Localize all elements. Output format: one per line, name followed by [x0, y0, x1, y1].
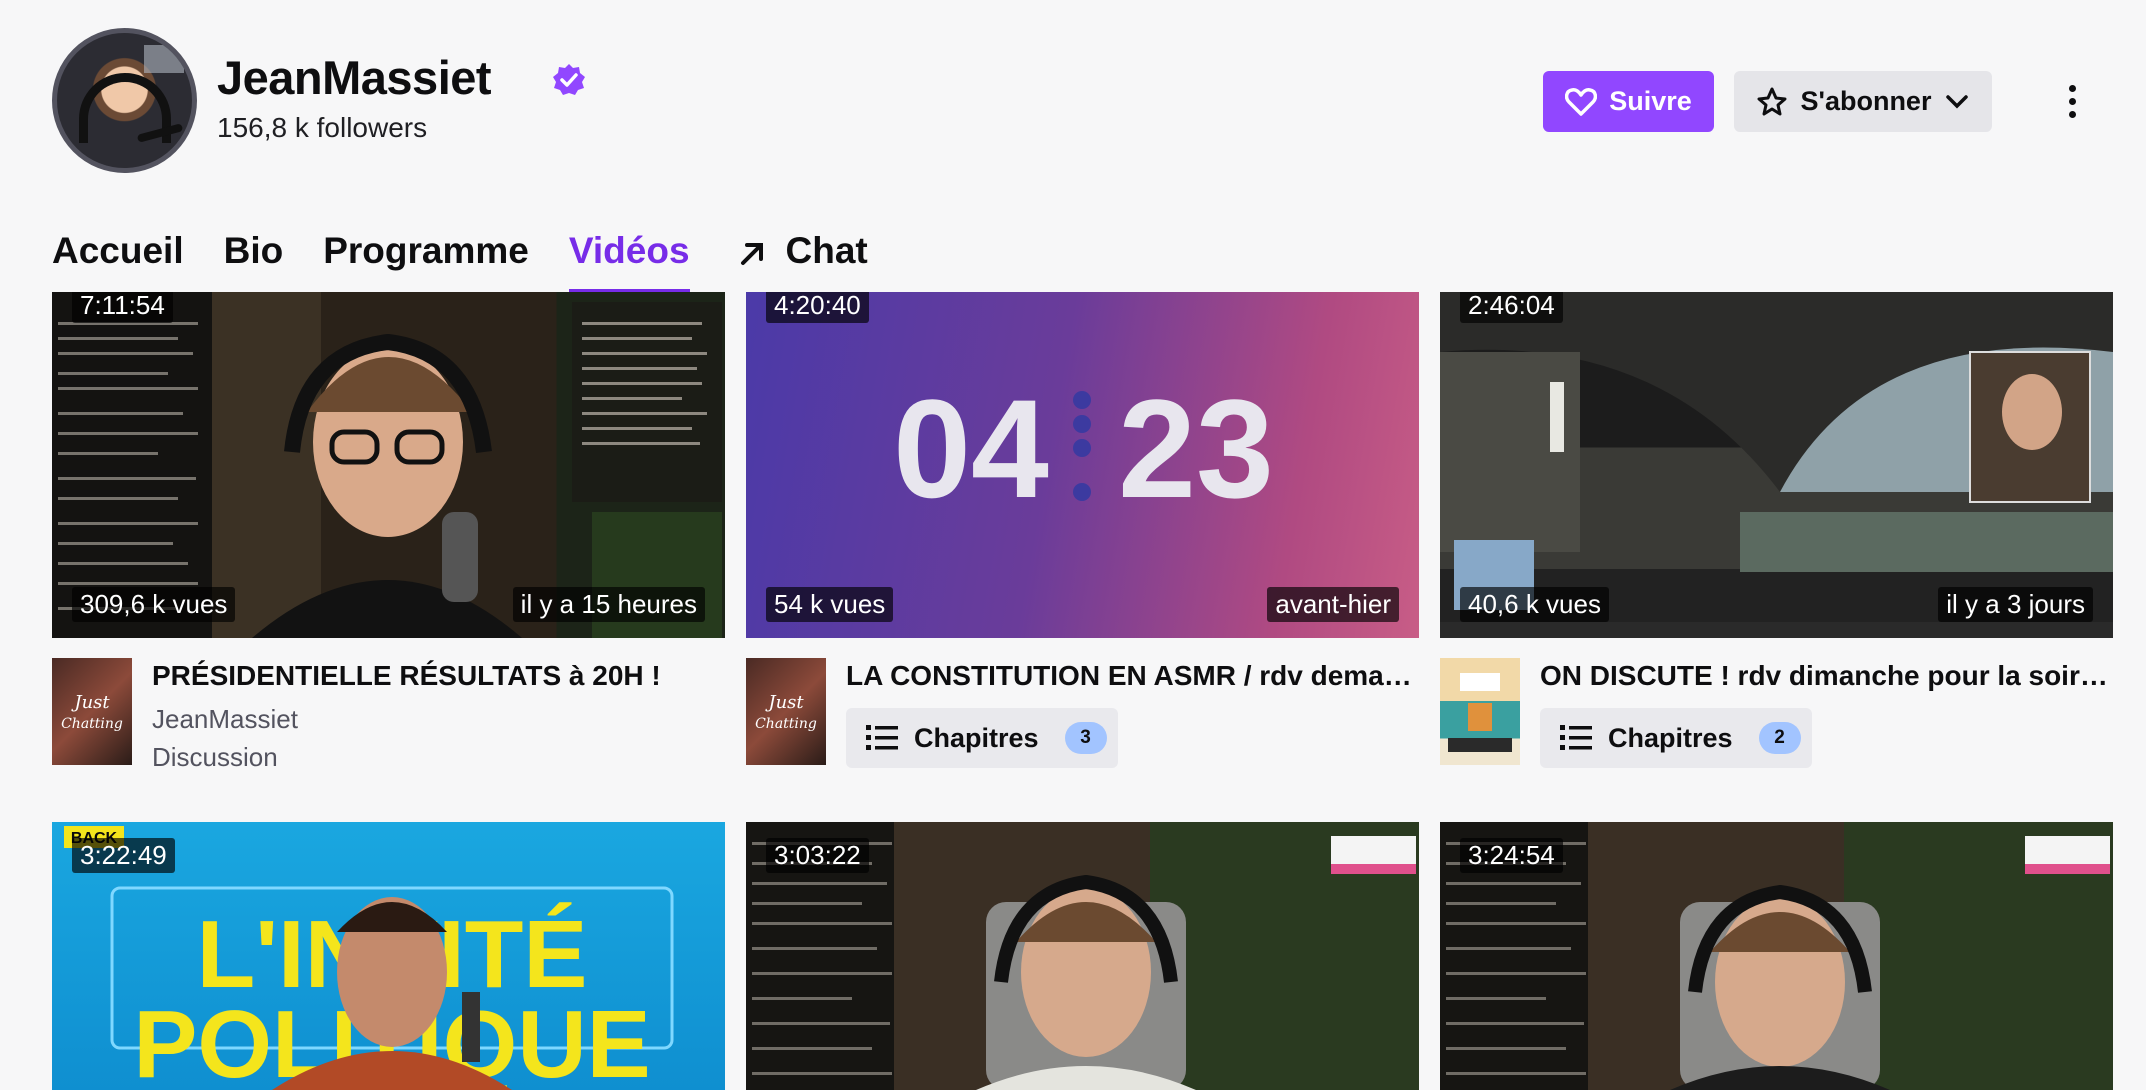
video-views: 309,6 k vues	[72, 587, 236, 622]
video-thumbnail[interactable]: 2:46:04 40,6 k vues il y a 3 jours	[1440, 292, 2113, 638]
video-channel[interactable]: JeanMassiet	[152, 704, 298, 735]
chapters-button[interactable]: Chapitres 3	[846, 708, 1118, 768]
video-views: 54 k vues	[766, 587, 894, 622]
channel-name[interactable]: JeanMassiet	[217, 50, 492, 105]
channel-tabs: Accueil Bio Programme Vidéos Chat	[52, 225, 868, 295]
video-duration: 3:24:54	[1460, 838, 1563, 873]
subscribe-label: S'abonner	[1800, 86, 1932, 116]
chapters-list-icon	[1560, 725, 1592, 750]
svg-text:Just: Just	[70, 692, 110, 713]
category-thumbnail[interactable]: Just Chatting	[52, 658, 132, 765]
follow-button[interactable]: Suivre	[1543, 71, 1714, 132]
video-thumbnail[interactable]: 7:11:54 309,6 k vues il y a 15 heures	[52, 292, 725, 638]
video-age: il y a 15 heures	[512, 587, 705, 622]
video-duration: 3:22:49	[72, 838, 175, 873]
category-thumbnail[interactable]	[1440, 658, 1520, 765]
video-title[interactable]: ON DISCUTE ! rdv dimanche pour la soirée…	[1540, 660, 2113, 692]
countdown-left: 04	[893, 370, 1049, 527]
countdown-right: 23	[1118, 370, 1274, 527]
video-thumbnail[interactable]: 04 23 4:20:40 54 k vues avant-hier	[746, 292, 1419, 638]
chapters-list-icon	[866, 725, 898, 750]
tab-schedule[interactable]: Programme	[323, 225, 529, 293]
video-thumbnail[interactable]: 3:03:22	[746, 822, 1419, 1090]
svg-text:Chatting: Chatting	[61, 716, 123, 732]
external-arrow-icon	[740, 243, 763, 265]
channel-header: JeanMassiet 156,8 k followers Suivre S'a…	[52, 28, 2094, 173]
tab-chat-label: Chat	[785, 230, 868, 271]
category-thumbnail[interactable]: Just Chatting	[746, 658, 826, 765]
video-age: il y a 3 jours	[1938, 587, 2093, 622]
video-duration: 4:20:40	[766, 292, 869, 323]
chapters-label: Chapitres	[914, 722, 1039, 753]
heart-icon	[1565, 87, 1598, 116]
tab-videos[interactable]: Vidéos	[568, 225, 690, 293]
video-duration: 7:11:54	[72, 292, 173, 323]
followers-count: 156,8 k followers	[217, 112, 428, 143]
video-card[interactable]: 7:11:54 309,6 k vues il y a 15 heures Ju…	[52, 292, 725, 772]
chapters-button[interactable]: Chapitres 2	[1540, 708, 1812, 768]
video-category[interactable]: Discussion	[152, 742, 278, 773]
tab-home[interactable]: Accueil	[52, 225, 184, 293]
video-card[interactable]: 2:46:04 40,6 k vues il y a 3 jours ON DI…	[1440, 292, 2113, 772]
follow-label: Suivre	[1609, 86, 1692, 116]
video-duration: 2:46:04	[1460, 292, 1563, 323]
svg-text:Just: Just	[764, 692, 804, 713]
video-age: avant-hier	[1267, 587, 1399, 622]
chevron-down-icon	[1946, 94, 1969, 108]
video-views: 40,6 k vues	[1460, 587, 1609, 622]
tab-bio[interactable]: Bio	[224, 225, 284, 293]
chapters-count: 3	[1064, 722, 1107, 754]
chapters-label: Chapitres	[1608, 722, 1733, 753]
star-icon	[1757, 87, 1787, 115]
video-title[interactable]: LA CONSTITUTION EN ASMR / rdv demain pou…	[846, 660, 1419, 692]
tab-chat[interactable]: Chat	[738, 225, 868, 293]
subscribe-button[interactable]: S'abonner	[1734, 71, 1992, 132]
video-card[interactable]: L'INVITÉ POLITIQUE BACK 3:22:49	[52, 822, 725, 1090]
video-card[interactable]: 04 23 4:20:40 54 k vues avant-hier Just C…	[746, 292, 1419, 772]
video-thumbnail[interactable]: L'INVITÉ POLITIQUE BACK 3:22:49	[52, 822, 725, 1090]
more-options-icon[interactable]	[2050, 71, 2094, 132]
chapters-count: 2	[1758, 722, 1801, 754]
video-duration: 3:03:22	[766, 838, 869, 873]
video-title[interactable]: PRÉSIDENTIELLE RÉSULTATS à 20H !	[152, 660, 725, 692]
channel-avatar[interactable]	[52, 28, 197, 173]
video-card[interactable]: 3:24:54	[1440, 822, 2113, 1090]
video-thumbnail[interactable]: 3:24:54	[1440, 822, 2113, 1090]
video-card[interactable]: 3:03:22	[746, 822, 1419, 1090]
svg-text:Chatting: Chatting	[755, 716, 817, 732]
verified-badge-icon	[553, 64, 585, 95]
